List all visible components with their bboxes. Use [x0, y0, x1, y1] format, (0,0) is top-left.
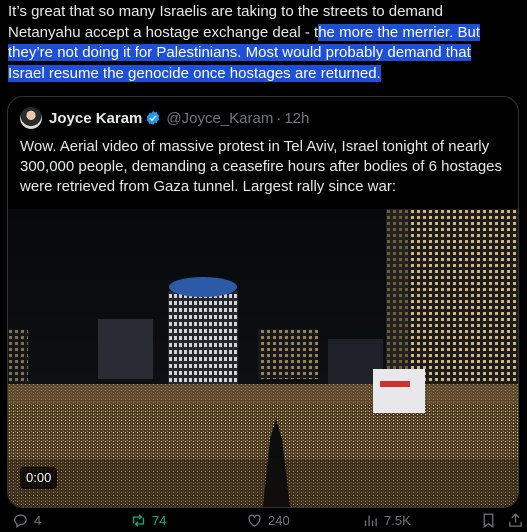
views-icon — [364, 515, 377, 527]
verified-badge-icon — [147, 111, 160, 125]
avatar[interactable] — [20, 107, 42, 129]
views-button[interactable]: 7.5K — [362, 512, 411, 529]
tweet-text: It’s great that so many Israelis are tak… — [8, 2, 518, 84]
tweet-text-selected-2: they’re not doing it for Palestinians. M… — [8, 44, 471, 61]
video-timestamp: 0:00 — [20, 467, 58, 489]
reply-button[interactable]: 4 — [12, 512, 41, 529]
heart-icon — [248, 514, 261, 527]
repost-button[interactable]: 74 — [130, 512, 166, 529]
like-count: 240 — [268, 513, 290, 528]
video-frame-image — [8, 209, 518, 507]
reply-count: 4 — [34, 513, 42, 528]
share-button[interactable] — [507, 512, 527, 529]
repost-count: 74 — [152, 513, 167, 528]
action-bar: 4 74 240 7.5K — [0, 510, 527, 532]
tweet-text-selected-3: Israel resume the genocide once hostages… — [8, 64, 381, 82]
quoted-tweet-card[interactable]: Joyce Karam @Joyce_Karam · 12h Wow. Aeri… — [7, 96, 519, 508]
tweet-text-selected-1: he more the merrier. But — [318, 23, 480, 41]
share-icon — [509, 513, 522, 527]
video-player[interactable]: 0:00 — [8, 209, 518, 507]
quoted-tweet-header: Joyce Karam @Joyce_Karam · 12h — [20, 107, 309, 129]
bookmark-icon — [483, 513, 494, 529]
post-time[interactable]: 12h — [284, 110, 309, 127]
views-count: 7.5K — [384, 513, 411, 528]
repost-icon — [132, 514, 145, 527]
reply-icon — [14, 514, 27, 529]
like-button[interactable]: 240 — [246, 512, 290, 529]
author-name[interactable]: Joyce Karam — [49, 110, 142, 127]
separator-dot: · — [276, 109, 282, 127]
bookmark-button[interactable] — [480, 512, 502, 529]
author-handle[interactable]: @Joyce_Karam — [166, 110, 273, 127]
quoted-tweet-text: Wow. Aerial video of massive protest in … — [20, 138, 503, 195]
